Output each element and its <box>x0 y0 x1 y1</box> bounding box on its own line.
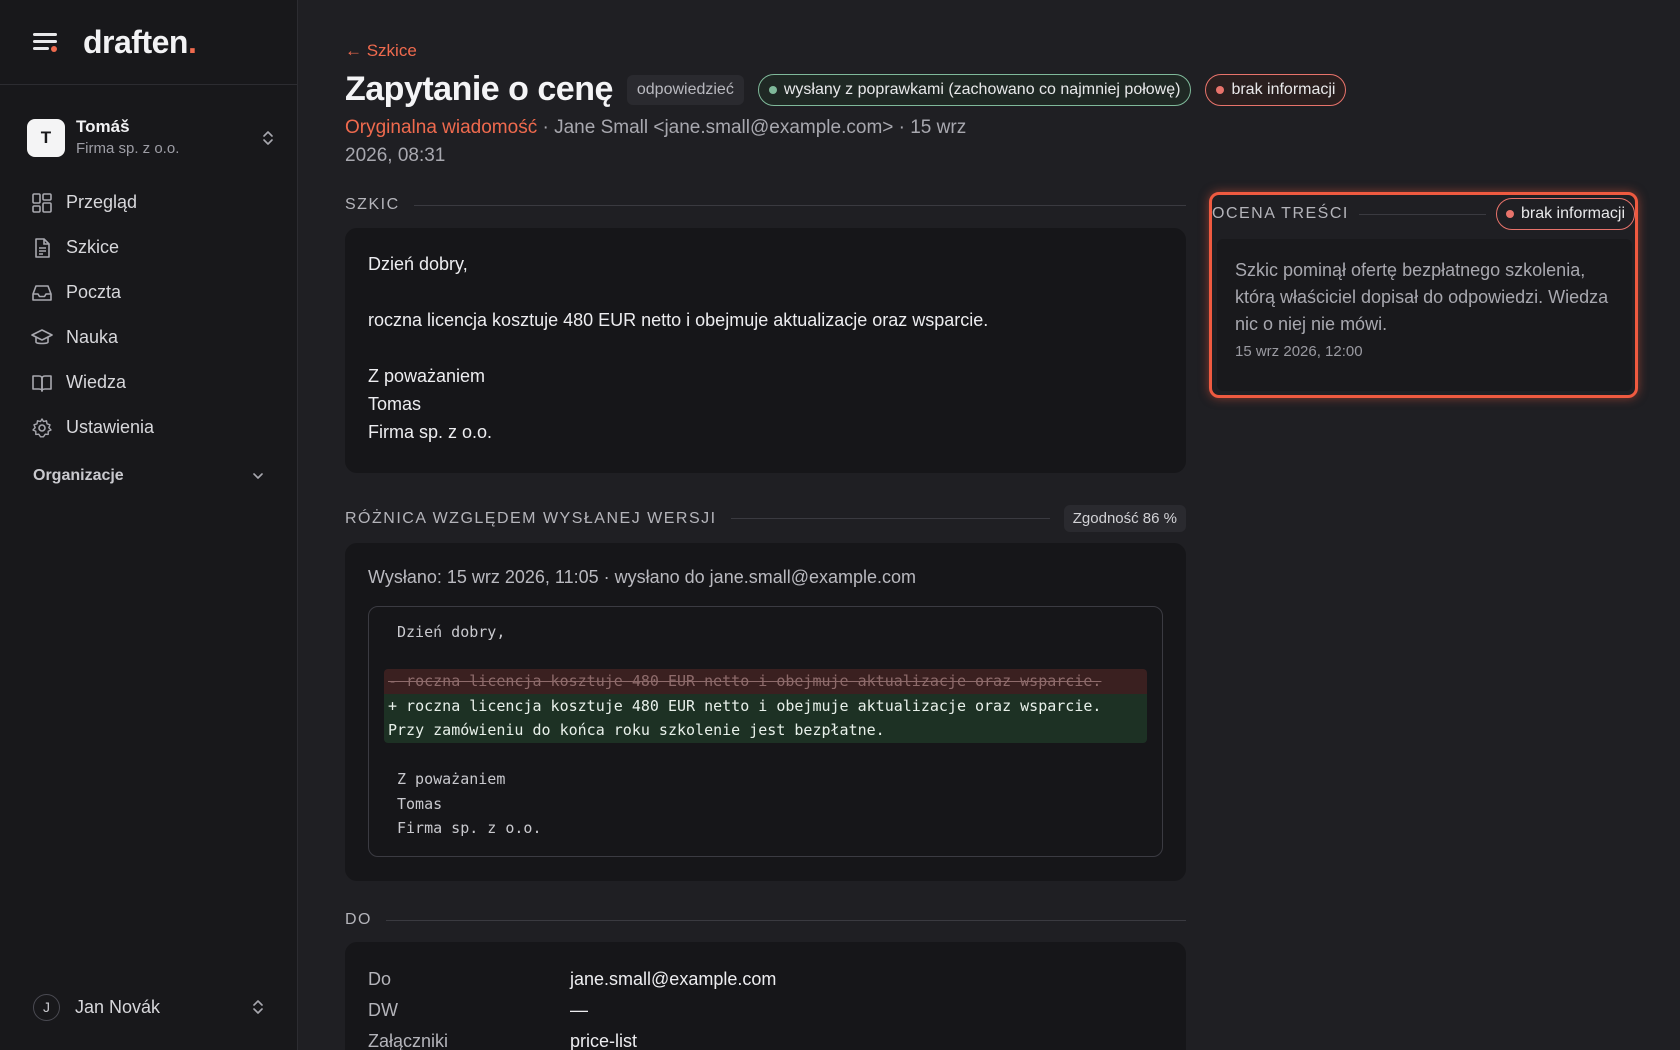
draft-line <box>368 334 1163 362</box>
draft-line: roczna licencja kosztuje 480 EUR netto i… <box>368 310 989 330</box>
chevron-updown-icon <box>263 131 273 145</box>
sidebar-item-poczta[interactable]: Poczta <box>31 270 271 315</box>
content-evaluation-panel: OCENA TREŚCI brak informacji Szkic pomin… <box>1209 192 1638 398</box>
recipient-key: DW <box>368 1000 398 1020</box>
draft-line <box>368 278 1163 306</box>
grid-icon <box>32 192 52 213</box>
diff-line-added: + roczna licencja kosztuje 480 EUR netto… <box>384 693 1147 718</box>
diff-line-context: Firma sp. z o.o. <box>397 819 542 837</box>
draft-section-header: SZKIC <box>345 196 1186 214</box>
message-meta: Oryginalna wiadomość · Jane Small <jane.… <box>345 114 985 170</box>
recipient-row: DW — <box>368 995 1163 1026</box>
divider <box>413 204 1186 206</box>
section-title: RÓŻNICA WZGLĘDEM WYSŁANEJ WERSJI <box>345 509 717 527</box>
sidebar-item-nauka[interactable]: Nauka <box>31 315 271 360</box>
divider <box>730 518 1050 519</box>
diff-line-context: Tomas <box>397 794 443 813</box>
recipient-key: Załączniki <box>368 1031 449 1050</box>
info-dot-icon <box>1505 210 1514 218</box>
diff-view: Dzień dobry, - roczna licencja kosztuje … <box>368 606 1163 857</box>
sidebar: draften. T Tomáš Firma sp. z o.o. Przegl… <box>0 0 298 1050</box>
gear-icon <box>32 417 52 437</box>
diff-section-header: RÓŻNICA WZGLĘDEM WYSŁANEJ WERSJI Zgodnoś… <box>345 505 1186 532</box>
account-avatar: T <box>27 119 65 157</box>
diff-line-context: Z poważaniem <box>397 770 506 788</box>
evaluation-header: OCENA TREŚCI brak informacji <box>1212 198 1635 230</box>
organizations-label: Organizacje <box>33 467 124 484</box>
account-name: Tomáš <box>76 117 130 136</box>
divider <box>386 919 1186 921</box>
recipient-value: jane.small@example.com <box>570 969 777 989</box>
sidebar-item-label: Ustawienia <box>66 417 155 437</box>
evaluation-body: Szkic pominął ofertę bezpłatnego szkolen… <box>1217 239 1632 391</box>
draft-line: Tomas <box>368 394 422 414</box>
chevron-updown-icon <box>253 1000 263 1014</box>
app-logo[interactable]: draften. <box>83 24 197 61</box>
draft-line: Z poważaniem <box>368 366 486 386</box>
diff-line-added: Przy zamówieniu do końca roku szkolenie … <box>384 718 1147 743</box>
recipient-key: Do <box>368 969 392 989</box>
sidebar-item-label: Szkice <box>66 237 120 257</box>
title-row: Zapytanie o cenę odpowiedzieć wysłany z … <box>345 70 1347 109</box>
section-title: SZKIC <box>345 196 400 213</box>
sidebar-item-label: Poczta <box>66 282 122 302</box>
section-title: OCENA TREŚCI <box>1212 205 1349 222</box>
recipient-value: — <box>570 1000 588 1020</box>
sidebar-item-przeglad[interactable]: Przegląd <box>31 180 271 225</box>
status-dot-icon <box>768 85 777 94</box>
divider <box>1358 213 1486 215</box>
type-tag: odpowiedzieć <box>626 74 744 105</box>
draft-line: Dzień dobry, <box>368 254 468 274</box>
inbox-icon <box>32 284 52 301</box>
account-org: Firma sp. z o.o. <box>76 140 180 157</box>
sidebar-item-ustawienia[interactable]: Ustawienia <box>31 405 271 450</box>
diff-line-context: Dzień dobry, <box>397 623 506 641</box>
evaluation-text: Szkic pominął ofertę bezpłatnego szkolen… <box>1235 260 1609 334</box>
menu-icon[interactable] <box>33 31 59 53</box>
user-menu[interactable]: J Jan Novák <box>33 993 265 1021</box>
recipients-section-header: DO <box>345 911 1186 929</box>
sidebar-item-szkice[interactable]: Szkice <box>31 225 271 270</box>
main-content: ← Szkice Zapytanie o cenę odpowiedzieć w… <box>345 0 1645 1050</box>
sent-info: Wysłano: 15 wrz 2026, 11:05 · wysłano do… <box>368 567 917 587</box>
recipients-card: Do jane.small@example.com DW — Załącznik… <box>345 942 1186 1050</box>
organizations-toggle[interactable]: Organizacje <box>33 467 265 485</box>
sidebar-nav: Przegląd Szkice Poczta Nauka Wiedza Usta… <box>31 180 271 450</box>
draft-card: Dzień dobry, roczna licencja kosztuje 48… <box>345 228 1186 473</box>
diff-line-blank <box>384 645 1147 670</box>
info-badge: brak informacji <box>1205 73 1347 106</box>
info-dot-icon <box>1216 85 1225 94</box>
section-title: DO <box>345 911 372 928</box>
user-name: Jan Novák <box>75 996 161 1017</box>
match-badge: Zgodność 86 % <box>1063 505 1186 532</box>
recipient-row: Do jane.small@example.com <box>368 964 1163 995</box>
chevron-down-icon <box>253 473 263 479</box>
sidebar-item-wiedza[interactable]: Wiedza <box>31 360 271 405</box>
diff-line-removed: - roczna licencja kosztuje 480 EUR netto… <box>384 669 1147 694</box>
sidebar-item-label: Wiedza <box>66 372 127 392</box>
back-link[interactable]: ← Szkice <box>345 41 417 61</box>
account-switcher[interactable]: T Tomáš Firma sp. z o.o. <box>27 117 275 158</box>
draft-line: Firma sp. z o.o. <box>368 422 493 442</box>
evaluation-time: 15 wrz 2026, 12:00 <box>1235 343 1363 360</box>
diff-card: Wysłano: 15 wrz 2026, 11:05 · wysłano do… <box>345 543 1186 881</box>
document-icon <box>35 237 50 258</box>
sidebar-item-label: Przegląd <box>66 192 138 212</box>
attachment-value[interactable]: price-list <box>570 1026 637 1050</box>
book-icon <box>32 374 52 392</box>
user-avatar: J <box>33 993 60 1021</box>
diff-line-blank <box>384 743 1147 768</box>
brand-bar: draften. <box>0 0 297 85</box>
recipient-row: Załączniki price-list <box>368 1026 1163 1050</box>
original-message-link[interactable]: Oryginalna wiadomość <box>345 117 537 138</box>
status-badge: wysłany z poprawkami (zachowano co najmn… <box>757 73 1192 106</box>
page-title: Zapytanie o cenę <box>345 70 613 108</box>
graduation-cap-icon <box>31 328 53 344</box>
evaluation-badge: brak informacji <box>1495 198 1635 230</box>
sidebar-item-label: Nauka <box>66 327 119 347</box>
